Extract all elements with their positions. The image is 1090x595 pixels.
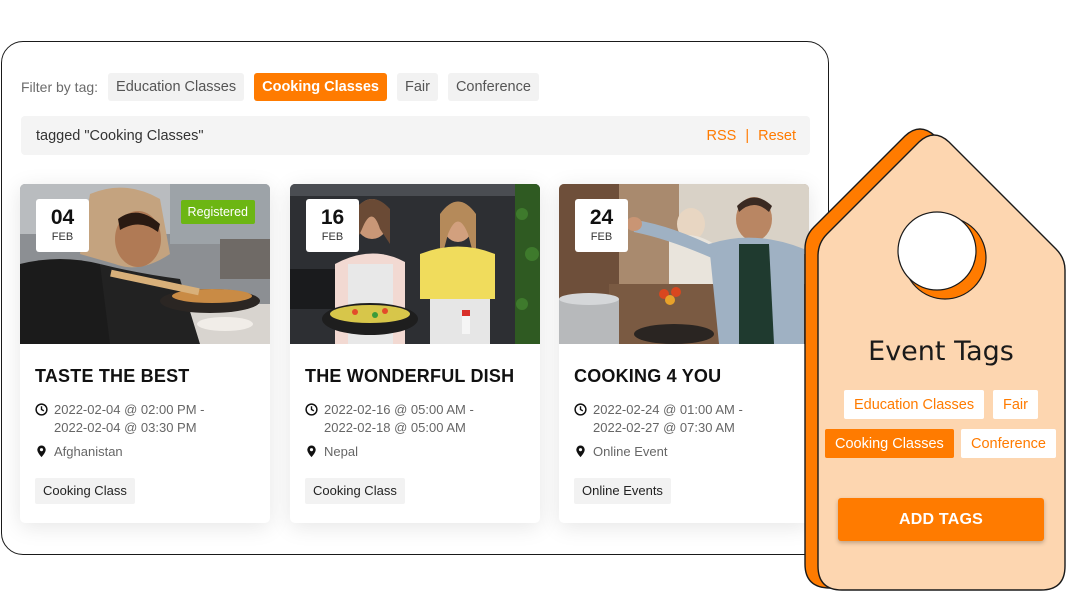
registered-badge: Registered: [180, 200, 255, 224]
tag-filter-row: Filter by tag: Education Classes Cooking…: [21, 73, 539, 101]
tag-chip-education-classes[interactable]: Education Classes: [844, 390, 985, 419]
date-day: 24: [589, 206, 614, 229]
event-photo[interactable]: 24 FEB: [559, 184, 809, 344]
date-day: 16: [320, 206, 345, 229]
event-card[interactable]: 16 FEB THE WONDERFUL DISH 2022-02-16 @ 0…: [290, 184, 540, 523]
event-location-text: Online Event: [593, 444, 668, 459]
map-pin-icon: [307, 445, 316, 458]
tag-chip-conference[interactable]: Conference: [961, 429, 1056, 458]
event-tag[interactable]: Online Events: [574, 478, 671, 504]
event-time: 2022-02-04 @ 02:00 PM - 2022-02-04 @ 03:…: [35, 401, 255, 437]
event-tag[interactable]: Cooking Class: [35, 478, 135, 504]
event-title[interactable]: TASTE THE BEST: [35, 366, 255, 387]
tag-chip-cooking-classes[interactable]: Cooking Classes: [825, 429, 954, 458]
tagged-links: RSS | Reset: [707, 128, 797, 144]
event-location: Online Event: [574, 443, 794, 461]
reset-link[interactable]: Reset: [758, 128, 796, 144]
event-location-text: Afghanistan: [54, 444, 123, 459]
filter-tag-cooking-classes[interactable]: Cooking Classes: [254, 73, 387, 101]
event-photo[interactable]: 16 FEB: [290, 184, 540, 344]
filter-label: Filter by tag:: [21, 79, 99, 95]
event-time-end: 2022-02-18 @ 05:00 AM: [324, 420, 466, 435]
event-time-start: 2022-02-16 @ 05:00 AM -: [324, 402, 474, 417]
tagged-text: tagged "Cooking Classes": [36, 127, 204, 144]
date-day: 04: [50, 206, 75, 229]
event-title[interactable]: COOKING 4 YOU: [574, 366, 794, 387]
event-time-end: 2022-02-04 @ 03:30 PM: [54, 420, 197, 435]
event-tags-panel: Event Tags Education Classes Fair Cookin…: [800, 124, 1070, 594]
filter-tag-conference[interactable]: Conference: [447, 73, 539, 101]
filter-tag-education-classes[interactable]: Education Classes: [108, 73, 245, 101]
event-tags-title: Event Tags: [868, 336, 1014, 367]
event-location-text: Nepal: [324, 444, 358, 459]
event-card[interactable]: 04 FEB Registered TASTE THE BEST 2022-02…: [20, 184, 270, 523]
date-month: FEB: [51, 231, 74, 243]
clock-icon: [305, 403, 318, 416]
link-separator: |: [745, 127, 750, 144]
event-tag[interactable]: Cooking Class: [305, 478, 405, 504]
events-panel: Filter by tag: Education Classes Cooking…: [1, 41, 829, 555]
date-badge: 04 FEB: [36, 199, 89, 252]
event-photo[interactable]: 04 FEB Registered: [20, 184, 270, 344]
clock-icon: [35, 403, 48, 416]
event-location: Afghanistan: [35, 443, 255, 461]
event-location: Nepal: [305, 443, 525, 461]
event-time-start: 2022-02-24 @ 01:00 AM -: [593, 402, 743, 417]
rss-link[interactable]: RSS: [707, 128, 737, 144]
event-time-end: 2022-02-27 @ 07:30 AM: [593, 420, 735, 435]
date-month: FEB: [590, 231, 613, 243]
map-pin-icon: [37, 445, 46, 458]
event-card[interactable]: 24 FEB COOKING 4 YOU 2022-02-24 @ 01:00 …: [559, 184, 809, 523]
event-time: 2022-02-24 @ 01:00 AM - 2022-02-27 @ 07:…: [574, 401, 794, 437]
add-tags-button[interactable]: ADD TAGS: [838, 498, 1044, 541]
event-time: 2022-02-16 @ 05:00 AM - 2022-02-18 @ 05:…: [305, 401, 525, 437]
map-pin-icon: [576, 445, 585, 458]
event-title[interactable]: THE WONDERFUL DISH: [305, 366, 525, 387]
event-time-start: 2022-02-04 @ 02:00 PM -: [54, 402, 205, 417]
tagged-bar: tagged "Cooking Classes" RSS | Reset: [21, 116, 810, 155]
date-badge: 24 FEB: [575, 199, 628, 252]
clock-icon: [574, 403, 587, 416]
date-badge: 16 FEB: [306, 199, 359, 252]
tag-chip-fair[interactable]: Fair: [993, 390, 1038, 419]
filter-tag-fair[interactable]: Fair: [396, 73, 438, 101]
date-month: FEB: [321, 231, 344, 243]
